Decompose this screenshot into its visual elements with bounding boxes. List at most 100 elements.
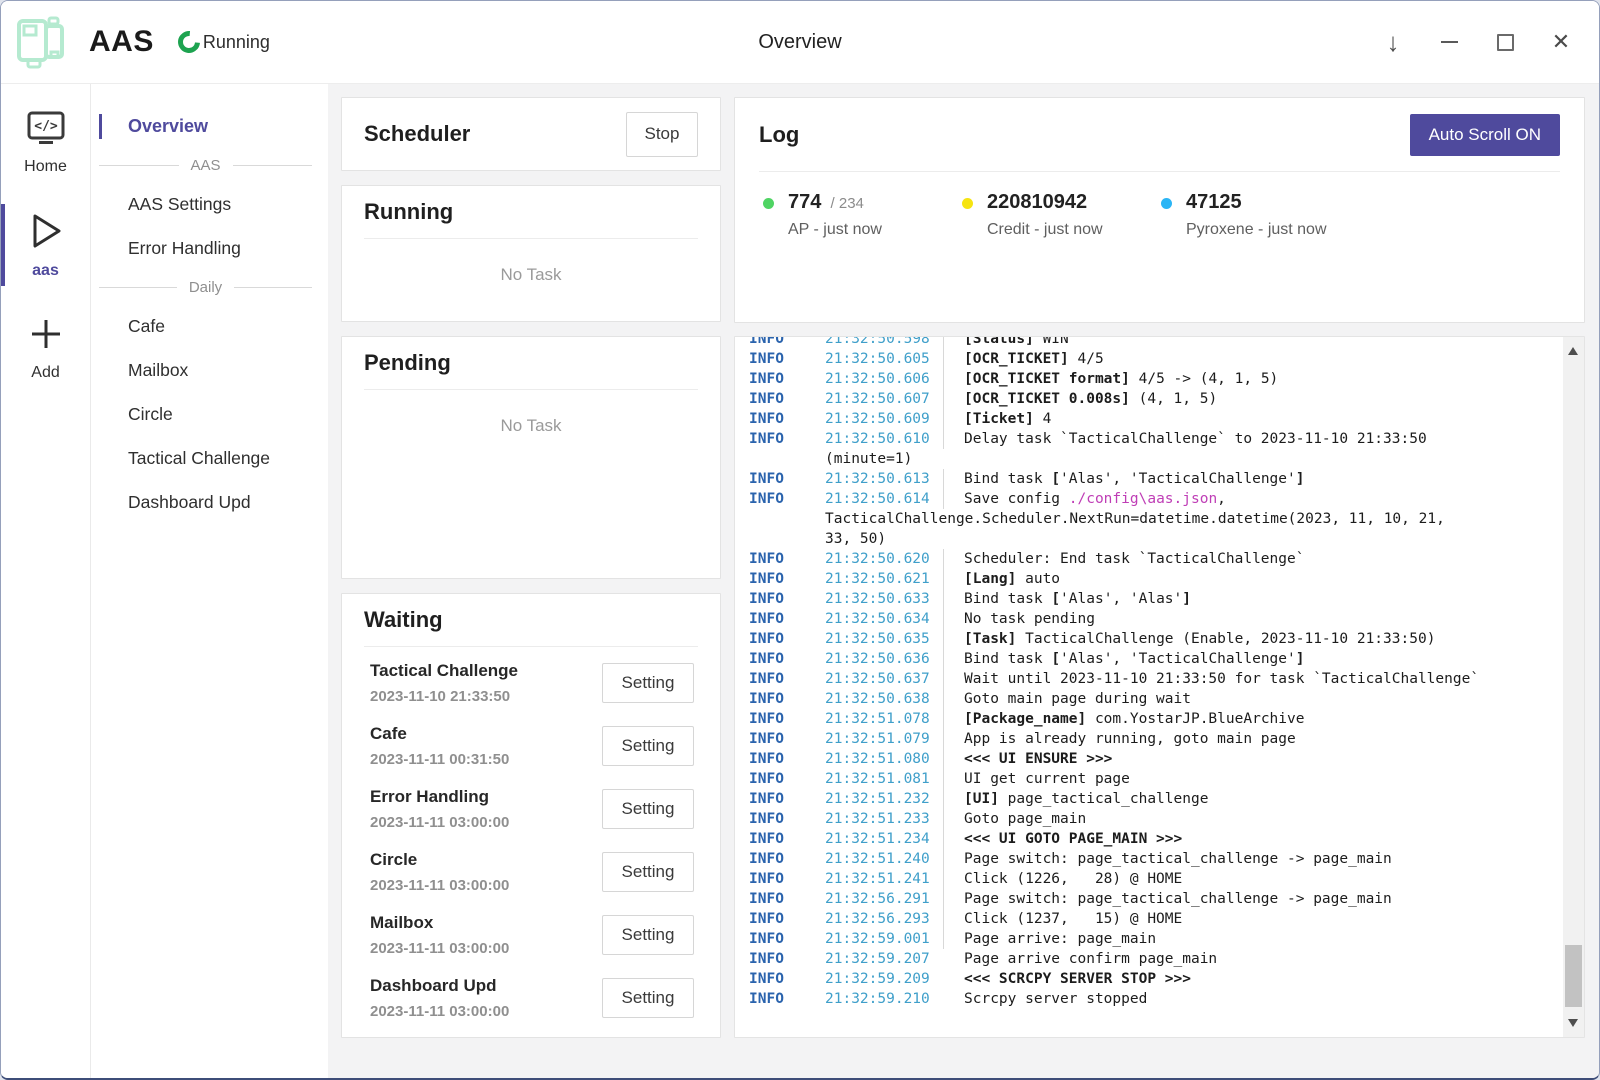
waiting-task-info: Error Handling2023-11-11 03:00:00 [370,787,509,831]
waiting-task-name: Dashboard Upd [370,976,509,996]
log-message: <<< SCRCPY SERVER STOP >>> [943,969,1554,989]
log-line: INFO21:32:50.638Goto main page during wa… [749,689,1554,709]
log-message: Bind task ['Alas', 'TacticalChallenge'] [943,649,1554,669]
waiting-title: Waiting [364,607,698,633]
minimize-icon [1441,41,1458,43]
log-line: INFO21:32:51.078[Package_name] com.Yosta… [749,709,1554,729]
nav-item-overview[interactable]: Overview [91,106,328,147]
rail-item-aas[interactable]: aas [1,204,90,286]
scrollbar[interactable] [1563,337,1584,1037]
log-message: [Task] TacticalChallenge (Enable, 2023-1… [943,629,1554,649]
page-title: Overview [758,31,841,54]
log-level: INFO [749,336,825,349]
nav-item-dashboard-upd[interactable]: Dashboard Upd [91,482,328,523]
setting-button-tactical-challenge[interactable]: Setting [602,663,694,703]
log-header-card: Log Auto Scroll ON 774 / 234AP - just no… [734,97,1585,323]
log-message: [Package_name] com.YostarJP.BlueArchive [943,709,1554,729]
stat-value-row: 774 / 234 [788,191,882,214]
log-message: Scrcpy server stopped [943,989,1554,1009]
divider [364,389,698,390]
log-line: INFO21:32:50.635[Task] TacticalChallenge… [749,629,1554,649]
log-level: INFO [749,649,825,669]
log-line: INFO21:32:50.607[OCR_TICKET 0.008s] (4, … [749,389,1554,409]
stat-ap: 774 / 234AP - just now [763,191,962,239]
nav-item-mailbox[interactable]: Mailbox [91,350,328,391]
log-line: INFO21:32:56.293Click (1237, 15) @ HOME [749,909,1554,929]
log-message: Click (1226, 28) @ HOME [943,869,1554,889]
log-level: INFO [749,909,825,929]
stat-label: Credit - just now [987,221,1103,239]
scroll-thumb[interactable] [1565,945,1582,1007]
scroll-down-icon[interactable] [1568,1019,1578,1027]
log-timestamp: 21:32:56.291 [825,889,943,909]
stat-pyroxene: 47125 Pyroxene - just now [1161,191,1360,239]
nav-section-label: AAS [179,157,233,174]
waiting-row-dashboard-upd: Dashboard Upd2023-11-11 03:00:00Setting [364,966,698,1029]
waiting-task-name: Cafe [370,724,509,744]
running-empty-text: No Task [364,265,698,285]
log-message: Goto page_main [943,809,1554,829]
download-arrow-button[interactable]: ↓ [1365,20,1421,64]
log-timestamp: 21:32:59.209 [825,969,943,989]
setting-button-error-handling[interactable]: Setting [602,789,694,829]
log-message: Goto main page during wait [943,689,1554,709]
rail-item-add[interactable]: Add [1,308,90,388]
setting-button-circle[interactable]: Setting [602,852,694,892]
waiting-task-name: Error Handling [370,787,509,807]
log-line: INFO21:32:59.207Page arrive confirm page… [749,949,1554,969]
pending-title: Pending [364,350,698,376]
log-message: Page arrive confirm page_main [943,949,1554,969]
stat-value: 47125 [1186,191,1242,213]
setting-button-dashboard-upd[interactable]: Setting [602,978,694,1018]
auto-scroll-button[interactable]: Auto Scroll ON [1410,114,1560,156]
nav-item-circle[interactable]: Circle [91,394,328,435]
maximize-button[interactable] [1477,20,1533,64]
minimize-button[interactable] [1421,20,1477,64]
log-message: (minute=1) [825,449,1554,469]
log-message: No task pending [943,609,1554,629]
resource-stats: 774 / 234AP - just now220810942Credit - … [759,172,1560,239]
main-content: Scheduler Stop Running No Task Pending N… [328,84,1599,1078]
log-timestamp: 21:32:51.240 [825,849,943,869]
log-level: INFO [749,809,825,829]
log-timestamp: 21:32:50.598 [825,336,943,349]
log-level: INFO [749,929,825,949]
stat-suffix: / 234 [826,195,864,212]
stat-value: 774 [788,191,821,213]
nav-item-aas-settings[interactable]: AAS Settings [91,184,328,225]
nav-section-label: Daily [177,279,234,296]
nav-item-tactical-challenge[interactable]: Tactical Challenge [91,438,328,479]
waiting-task-next-run: 2023-11-10 21:33:50 [370,688,518,705]
waiting-row-circle: Circle2023-11-11 03:00:00Setting [364,840,698,903]
log-level: INFO [749,729,825,749]
log-timestamp: 21:32:50.635 [825,629,943,649]
rail-item-label: aas [32,262,59,280]
waiting-task-name: Mailbox [370,913,509,933]
nav-item-error-handling[interactable]: Error Handling [91,228,328,269]
nav-item-cafe[interactable]: Cafe [91,306,328,347]
rail-item-home[interactable]: </>Home [1,104,90,182]
log-timestamp: 21:32:59.001 [825,929,943,949]
log-timestamp: 21:32:56.293 [825,909,943,929]
log-output-panel[interactable]: INFO21:32:50.598[Status] WININFO21:32:50… [734,336,1585,1038]
log-line: INFO21:32:50.637Wait until 2023-11-10 21… [749,669,1554,689]
close-button[interactable]: ✕ [1533,20,1589,64]
log-line: 33, 50) [749,529,1554,549]
scroll-up-icon[interactable] [1568,347,1578,355]
log-line: INFO21:32:50.620Scheduler: End task `Tac… [749,549,1554,569]
log-message: UI get current page [943,769,1554,789]
log-message: [OCR_TICKET 0.008s] (4, 1, 5) [943,389,1554,409]
code-monitor-icon: </> [25,110,67,153]
setting-button-cafe[interactable]: Setting [602,726,694,766]
log-line: INFO21:32:50.636Bind task ['Alas', 'Tact… [749,649,1554,669]
stat-dot-icon [962,198,973,209]
icon-rail: </>Home aas Add [1,84,91,1078]
log-timestamp: 21:32:50.609 [825,409,943,429]
waiting-list: Tactical Challenge2023-11-10 21:33:50Set… [364,651,698,1029]
stop-button[interactable]: Stop [626,112,698,157]
log-timestamp: 21:32:51.080 [825,749,943,769]
waiting-task-next-run: 2023-11-11 00:31:50 [370,751,509,768]
setting-button-mailbox[interactable]: Setting [602,915,694,955]
log-message: App is already running, goto main page [943,729,1554,749]
stat-label: Pyroxene - just now [1186,221,1327,239]
